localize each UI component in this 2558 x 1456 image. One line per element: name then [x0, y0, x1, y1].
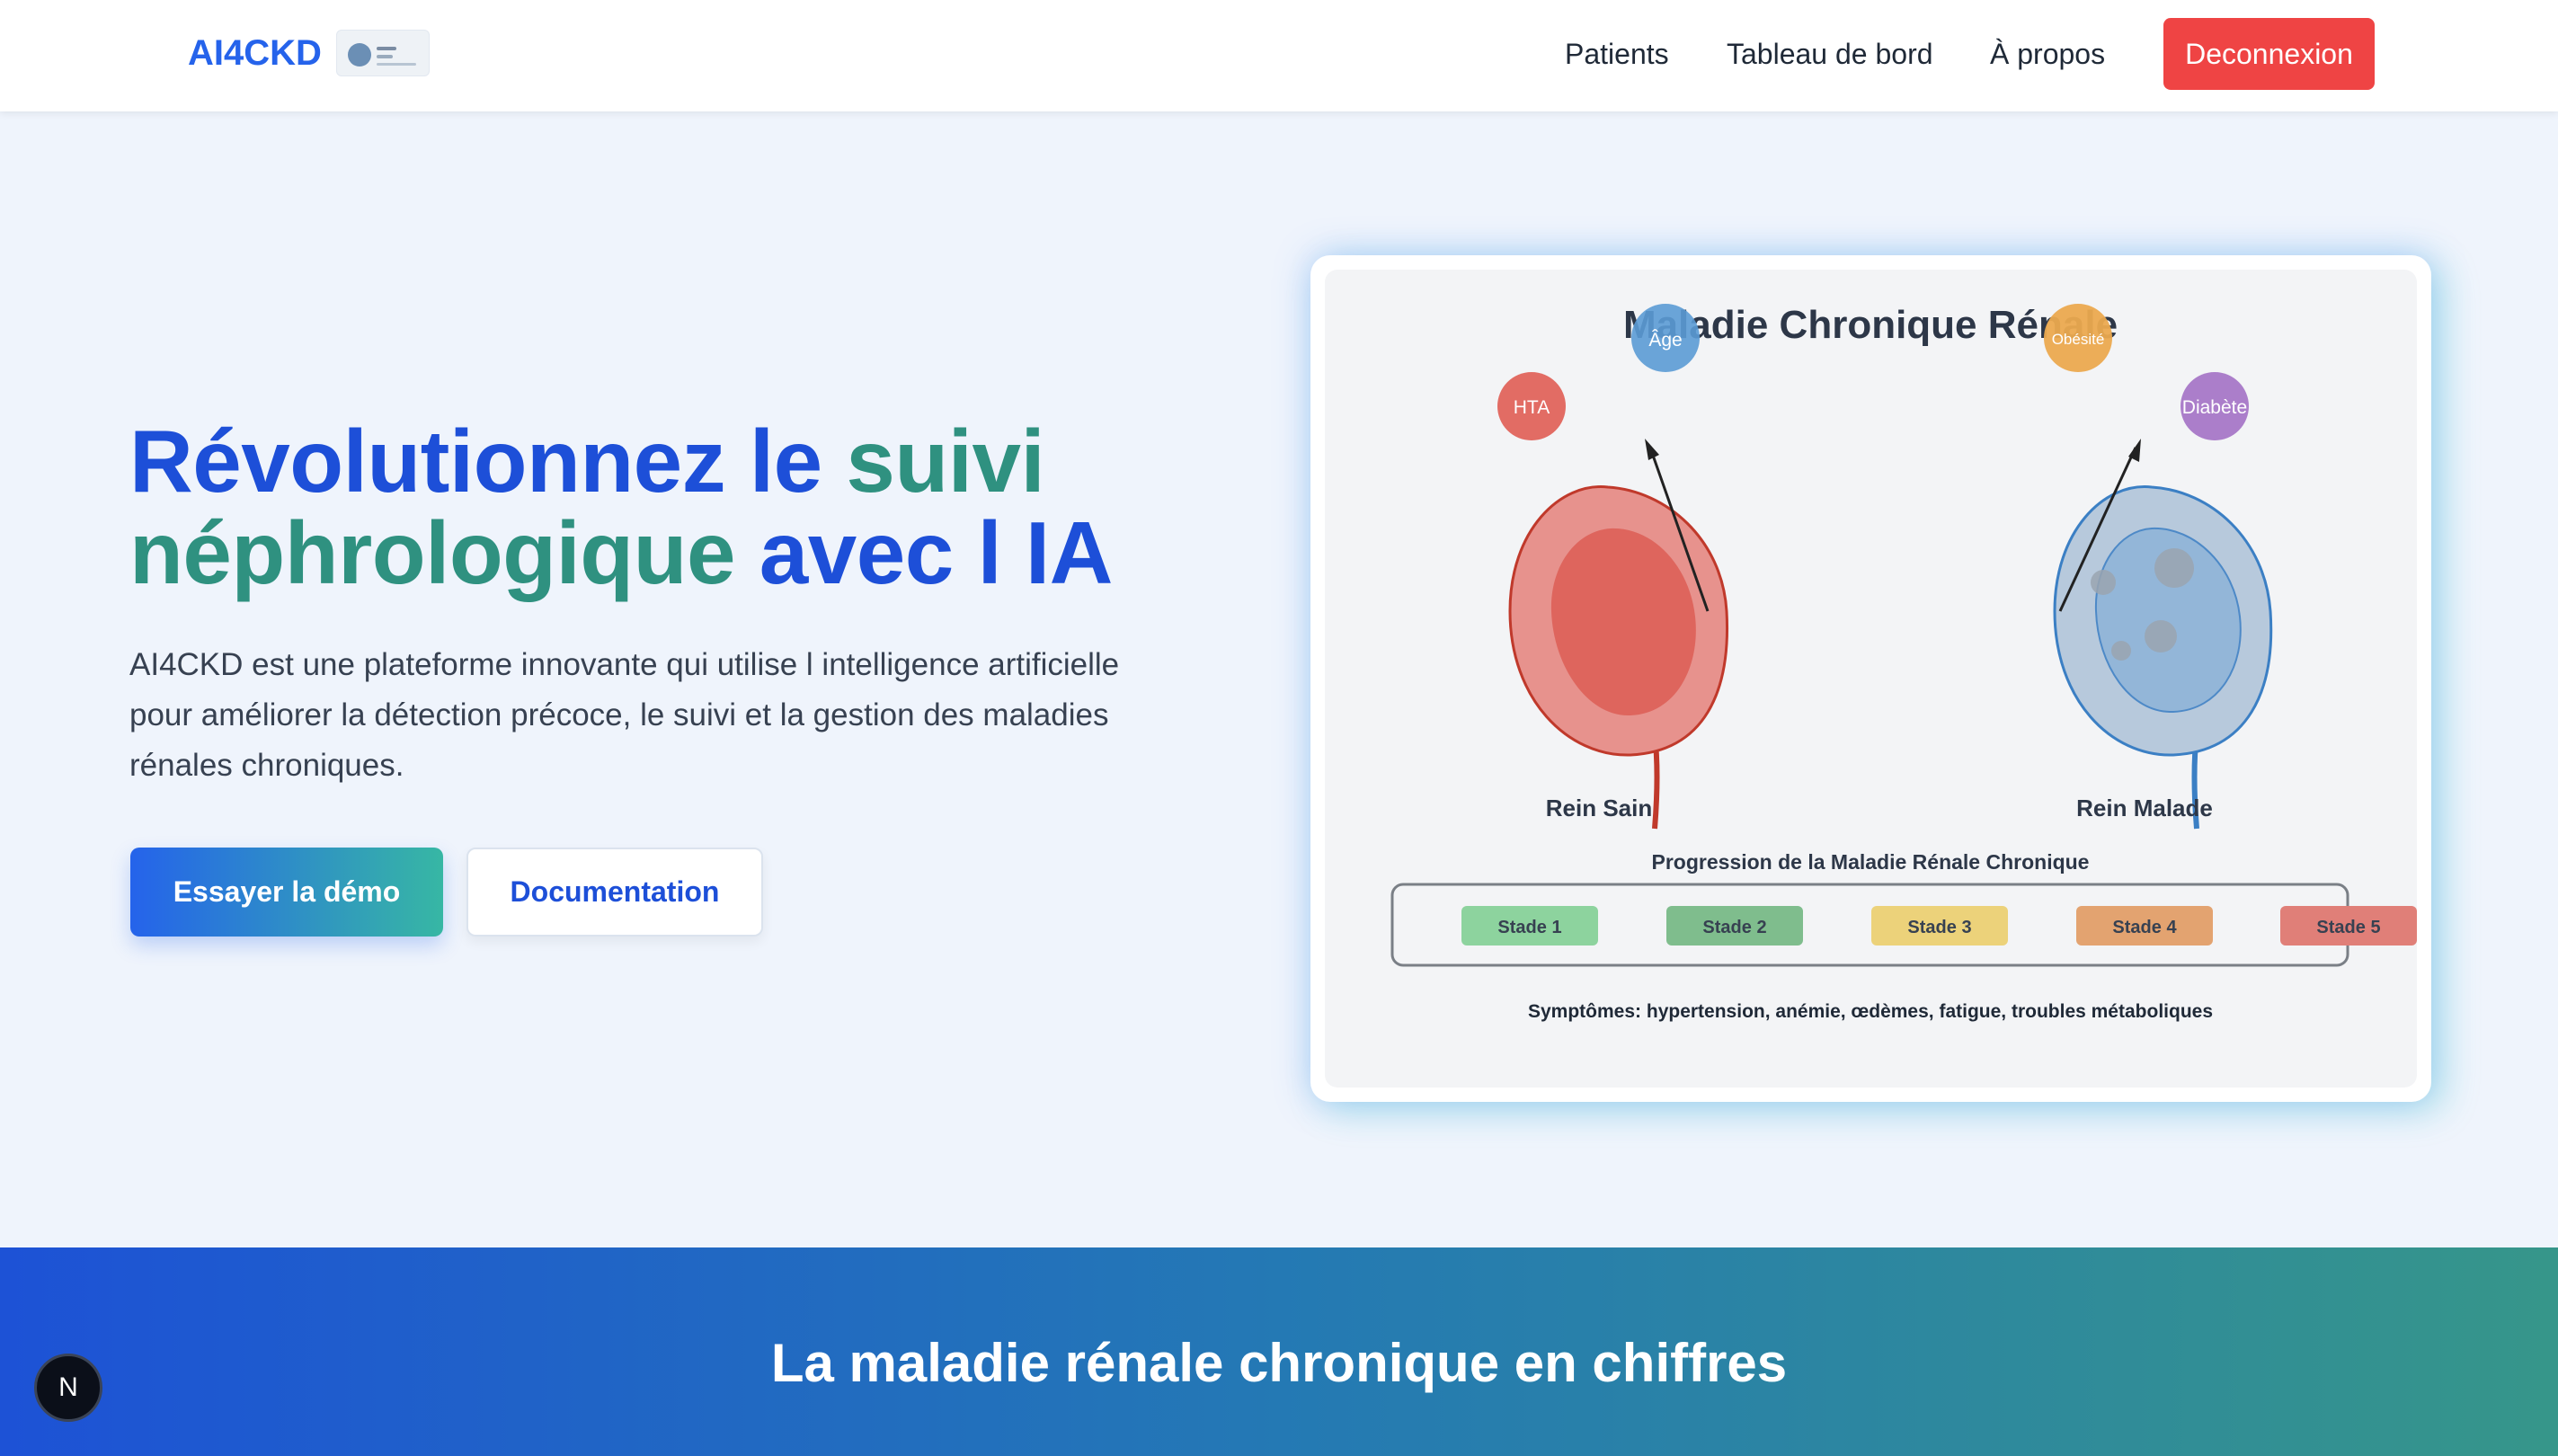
nav-link-dashboard[interactable]: Tableau de bord: [1727, 34, 1933, 74]
hero-description: AI4CKD est une plateforme innovante qui …: [129, 647, 1120, 783]
nav-link-about[interactable]: À propos: [1990, 34, 2105, 74]
healthy-kidney-label: Rein Sain: [1546, 795, 1652, 821]
hero-title-part1: Révolutionnez le: [129, 412, 847, 510]
hero-title-part3: avec l IA: [735, 503, 1114, 602]
stage-2: Stade 2: [1666, 906, 1803, 946]
svg-text:Âge: Âge: [1648, 330, 1682, 351]
symptoms-text: Symptômes: hypertension, anémie, œdèmes,…: [1528, 1001, 2213, 1022]
svg-text:Diabète: Diabète: [2182, 397, 2247, 418]
ckd-illustration-card: Maladie Chronique Rénale Âge HTA Obésité…: [1310, 255, 2431, 1102]
partner-logo-image: [336, 30, 430, 76]
stats-banner: La maladie rénale chronique en chiffres: [0, 1247, 2558, 1456]
stats-title: La maladie rénale chronique en chiffres: [770, 1333, 1788, 1393]
svg-text:Stade 5: Stade 5: [2316, 918, 2380, 937]
stage-5: Stade 5: [2280, 906, 2417, 946]
svg-text:Stade 3: Stade 3: [1907, 918, 1971, 937]
stage-3: Stade 3: [1871, 906, 2008, 946]
svg-text:Stade 2: Stade 2: [1702, 918, 1766, 937]
risk-factor-hta: HTA: [1497, 372, 1566, 440]
svg-text:Obésité: Obésité: [2052, 331, 2105, 348]
progression-title: Progression de la Maladie Rénale Chroniq…: [1652, 850, 2090, 874]
brand-logo-text[interactable]: AI4CKD: [188, 31, 322, 75]
ckd-illustration-svg: Maladie Chronique Rénale Âge HTA Obésité…: [1390, 303, 2417, 1022]
nextjs-dev-indicator-icon[interactable]: N: [34, 1354, 102, 1422]
svg-text:HTA: HTA: [1514, 397, 1550, 418]
diseased-kidney-icon: [2053, 485, 2273, 830]
logout-button[interactable]: Deconnexion: [2163, 18, 2375, 90]
risk-factor-obesity: Obésité: [2044, 304, 2112, 372]
svg-text:Stade 1: Stade 1: [1497, 918, 1561, 937]
risk-factor-diabetes: Diabète: [2181, 372, 2249, 440]
hero-title: Révolutionnez le suivi néphrologique ave…: [129, 415, 1298, 599]
stage-4: Stade 4: [2076, 906, 2213, 946]
ckd-illustration: Maladie Chronique Rénale Âge HTA Obésité…: [1325, 270, 2417, 1088]
svg-text:Stade 4: Stade 4: [2112, 918, 2177, 937]
globe-icon: [348, 43, 371, 67]
healthy-kidney-icon: [1508, 485, 1729, 830]
try-demo-button[interactable]: Essayer la démo: [130, 848, 443, 937]
diseased-kidney-label: Rein Malade: [2076, 795, 2213, 821]
documentation-button[interactable]: Documentation: [466, 848, 763, 937]
nav-link-patients[interactable]: Patients: [1565, 34, 1669, 74]
top-navbar: AI4CKD Patients Tableau de bord À propos…: [0, 0, 2558, 111]
risk-factor-age: Âge: [1631, 304, 1700, 372]
stage-1: Stade 1: [1461, 906, 1598, 946]
